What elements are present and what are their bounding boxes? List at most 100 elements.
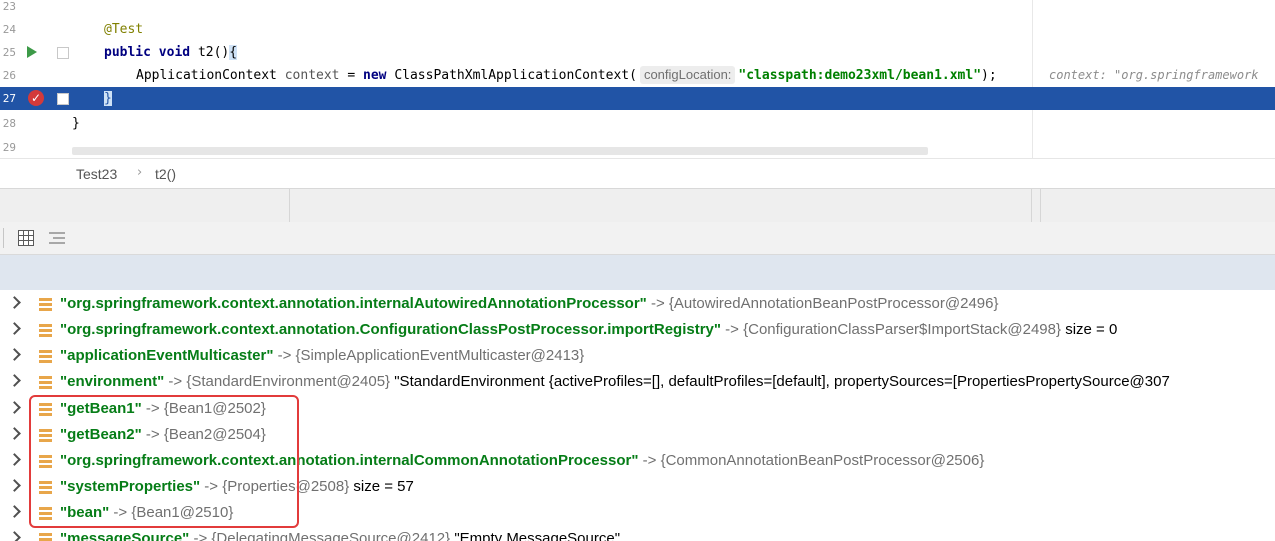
chevron-right-icon[interactable] xyxy=(8,296,21,309)
code-text: public void t2(){ xyxy=(104,41,238,64)
code-editor[interactable]: 23 24 @Test 25 public void t2(){ 26 Appl… xyxy=(0,0,1275,158)
variable-text: "systemProperties" -> {Properties@2508} … xyxy=(60,474,414,500)
chevron-right-icon[interactable] xyxy=(8,374,21,387)
debugger-tab-3[interactable] xyxy=(1040,189,1275,222)
operator: = xyxy=(347,68,356,83)
map-entry-icon xyxy=(39,323,52,337)
variable-text: "getBean2" -> {Bean2@2504} xyxy=(60,422,266,448)
variable-ref: {StandardEnvironment@2405} xyxy=(186,373,391,390)
chevron-right-icon[interactable] xyxy=(8,401,21,414)
variable-ref: {AutowiredAnnotationBeanPostProcessor@24… xyxy=(668,295,999,312)
map-entry-icon xyxy=(39,375,52,389)
code-text: } xyxy=(104,87,112,110)
variable-value: "StandardEnvironment {activeProfiles=[],… xyxy=(394,373,1170,390)
code-text: @Test xyxy=(104,18,143,41)
variable-key: "bean" xyxy=(60,504,110,521)
variable-key: "applicationEventMulticaster" xyxy=(60,347,274,364)
annotation-test: @Test xyxy=(104,22,144,37)
line-number: 24 xyxy=(2,23,16,36)
variable-arrow: -> xyxy=(113,504,128,521)
variable-text: "applicationEventMulticaster" -> {Simple… xyxy=(60,343,584,369)
line-number: 27 xyxy=(2,92,16,105)
string-literal: "classpath:demo23xml/bean1.xml" xyxy=(738,68,982,83)
code-line-24[interactable]: 24 @Test xyxy=(0,18,1275,41)
code-line-28[interactable]: 28 } xyxy=(0,112,1275,135)
breadcrumb-class[interactable]: Test23 xyxy=(76,166,117,182)
variable-arrow: -> xyxy=(145,426,160,443)
variable-key: "org.springframework.context.annotation.… xyxy=(60,321,721,338)
variable-key: "getBean2" xyxy=(60,426,142,443)
variable-ref: {Bean1@2510} xyxy=(131,504,234,521)
table-view-icon xyxy=(18,230,34,246)
fold-marker-icon[interactable] xyxy=(57,93,69,105)
inline-debug-value: context: "org.springframework xyxy=(1049,68,1259,82)
variables-header xyxy=(0,255,1275,290)
line-number: 29 xyxy=(2,141,16,154)
map-entry-icon xyxy=(39,506,52,520)
line-number: 28 xyxy=(2,117,16,130)
list-view-button[interactable] xyxy=(47,228,67,248)
horizontal-scrollbar[interactable] xyxy=(72,147,928,155)
fold-marker-icon[interactable] xyxy=(57,47,69,59)
type-name: ApplicationContext xyxy=(136,68,277,83)
variable-ref: {SimpleApplicationEventMulticaster@2413} xyxy=(295,347,585,364)
code-text: ApplicationContext context = new ClassPa… xyxy=(136,64,997,87)
map-entry-icon xyxy=(39,402,52,416)
breadcrumb-method[interactable]: t2() xyxy=(155,166,176,182)
debugger-tab-strip xyxy=(0,188,1275,223)
code-line-23[interactable]: 23 xyxy=(0,0,1275,18)
variable-key: "org.springframework.context.annotation.… xyxy=(60,295,647,312)
variable-text: "org.springframework.context.annotation.… xyxy=(60,291,999,317)
chevron-right-icon[interactable] xyxy=(8,427,21,440)
breakpoint-icon[interactable] xyxy=(28,87,44,110)
toolbar-divider xyxy=(3,228,4,248)
code-line-26[interactable]: 26 ApplicationContext context = new Clas… xyxy=(0,64,1275,87)
constructor-call: ClassPathXmlApplicationContext( xyxy=(394,68,637,83)
keyword-public: public xyxy=(104,45,151,60)
variable-ref: {Bean2@2504} xyxy=(163,426,266,443)
debugger-tab-2[interactable] xyxy=(290,189,1032,222)
chevron-right-icon[interactable] xyxy=(8,453,21,466)
variable-key: "getBean1" xyxy=(60,400,142,417)
variable-arrow: -> xyxy=(277,347,292,364)
variable-arrow: -> xyxy=(193,530,208,541)
code-text: } xyxy=(72,112,80,135)
run-gutter-icon[interactable] xyxy=(27,46,37,58)
chevron-right-icon[interactable] xyxy=(8,322,21,335)
keyword-void: void xyxy=(158,45,191,60)
variable-arrow: -> xyxy=(725,321,739,338)
chevron-right-icon[interactable] xyxy=(8,479,21,492)
variable-ref: {Properties@2508} xyxy=(222,478,350,495)
variable-arrow: -> xyxy=(168,373,183,390)
variable-text: "bean" -> {Bean1@2510} xyxy=(60,500,233,526)
variable-text: "messageSource" -> {DelegatingMessageSou… xyxy=(60,526,620,541)
chevron-right-icon[interactable] xyxy=(8,531,21,541)
variable-value: size = 57 xyxy=(353,478,414,495)
variable-text: "getBean1" -> {Bean1@2502} xyxy=(60,396,266,422)
variable-ref: {DelegatingMessageSource@2412} xyxy=(211,530,451,541)
map-entry-icon xyxy=(39,454,52,468)
map-entry-icon xyxy=(39,480,52,494)
variable-arrow: -> xyxy=(642,452,657,469)
variable-text: "org.springframework.context.annotation.… xyxy=(60,317,1117,343)
code-line-25[interactable]: 25 public void t2(){ xyxy=(0,41,1275,64)
variable-key: "environment" xyxy=(60,373,165,390)
table-view-button[interactable] xyxy=(16,228,36,248)
code-line-27-execution-point[interactable]: 27 } xyxy=(0,87,1275,110)
class-brace-close: } xyxy=(72,116,80,131)
debugger-tab-1[interactable] xyxy=(0,189,290,222)
chevron-right-icon[interactable] xyxy=(8,348,21,361)
variable-ref: {ConfigurationClassParser$ImportStack@24… xyxy=(743,321,1062,338)
debug-toolbar xyxy=(0,222,1275,255)
brace-close: } xyxy=(104,91,112,106)
variable-key: "messageSource" xyxy=(60,530,190,541)
parameter-hint: configLocation: xyxy=(639,66,736,84)
variables-tree[interactable]: "org.springframework.context.annotation.… xyxy=(0,290,1275,541)
variable-arrow: -> xyxy=(650,295,665,312)
variable-text: "org.springframework.context.annotation.… xyxy=(60,448,984,474)
chevron-right-icon[interactable] xyxy=(8,505,21,518)
line-number: 23 xyxy=(2,0,16,13)
line-number: 26 xyxy=(2,69,16,82)
map-entry-icon xyxy=(39,297,52,311)
brace-open: { xyxy=(229,45,238,60)
